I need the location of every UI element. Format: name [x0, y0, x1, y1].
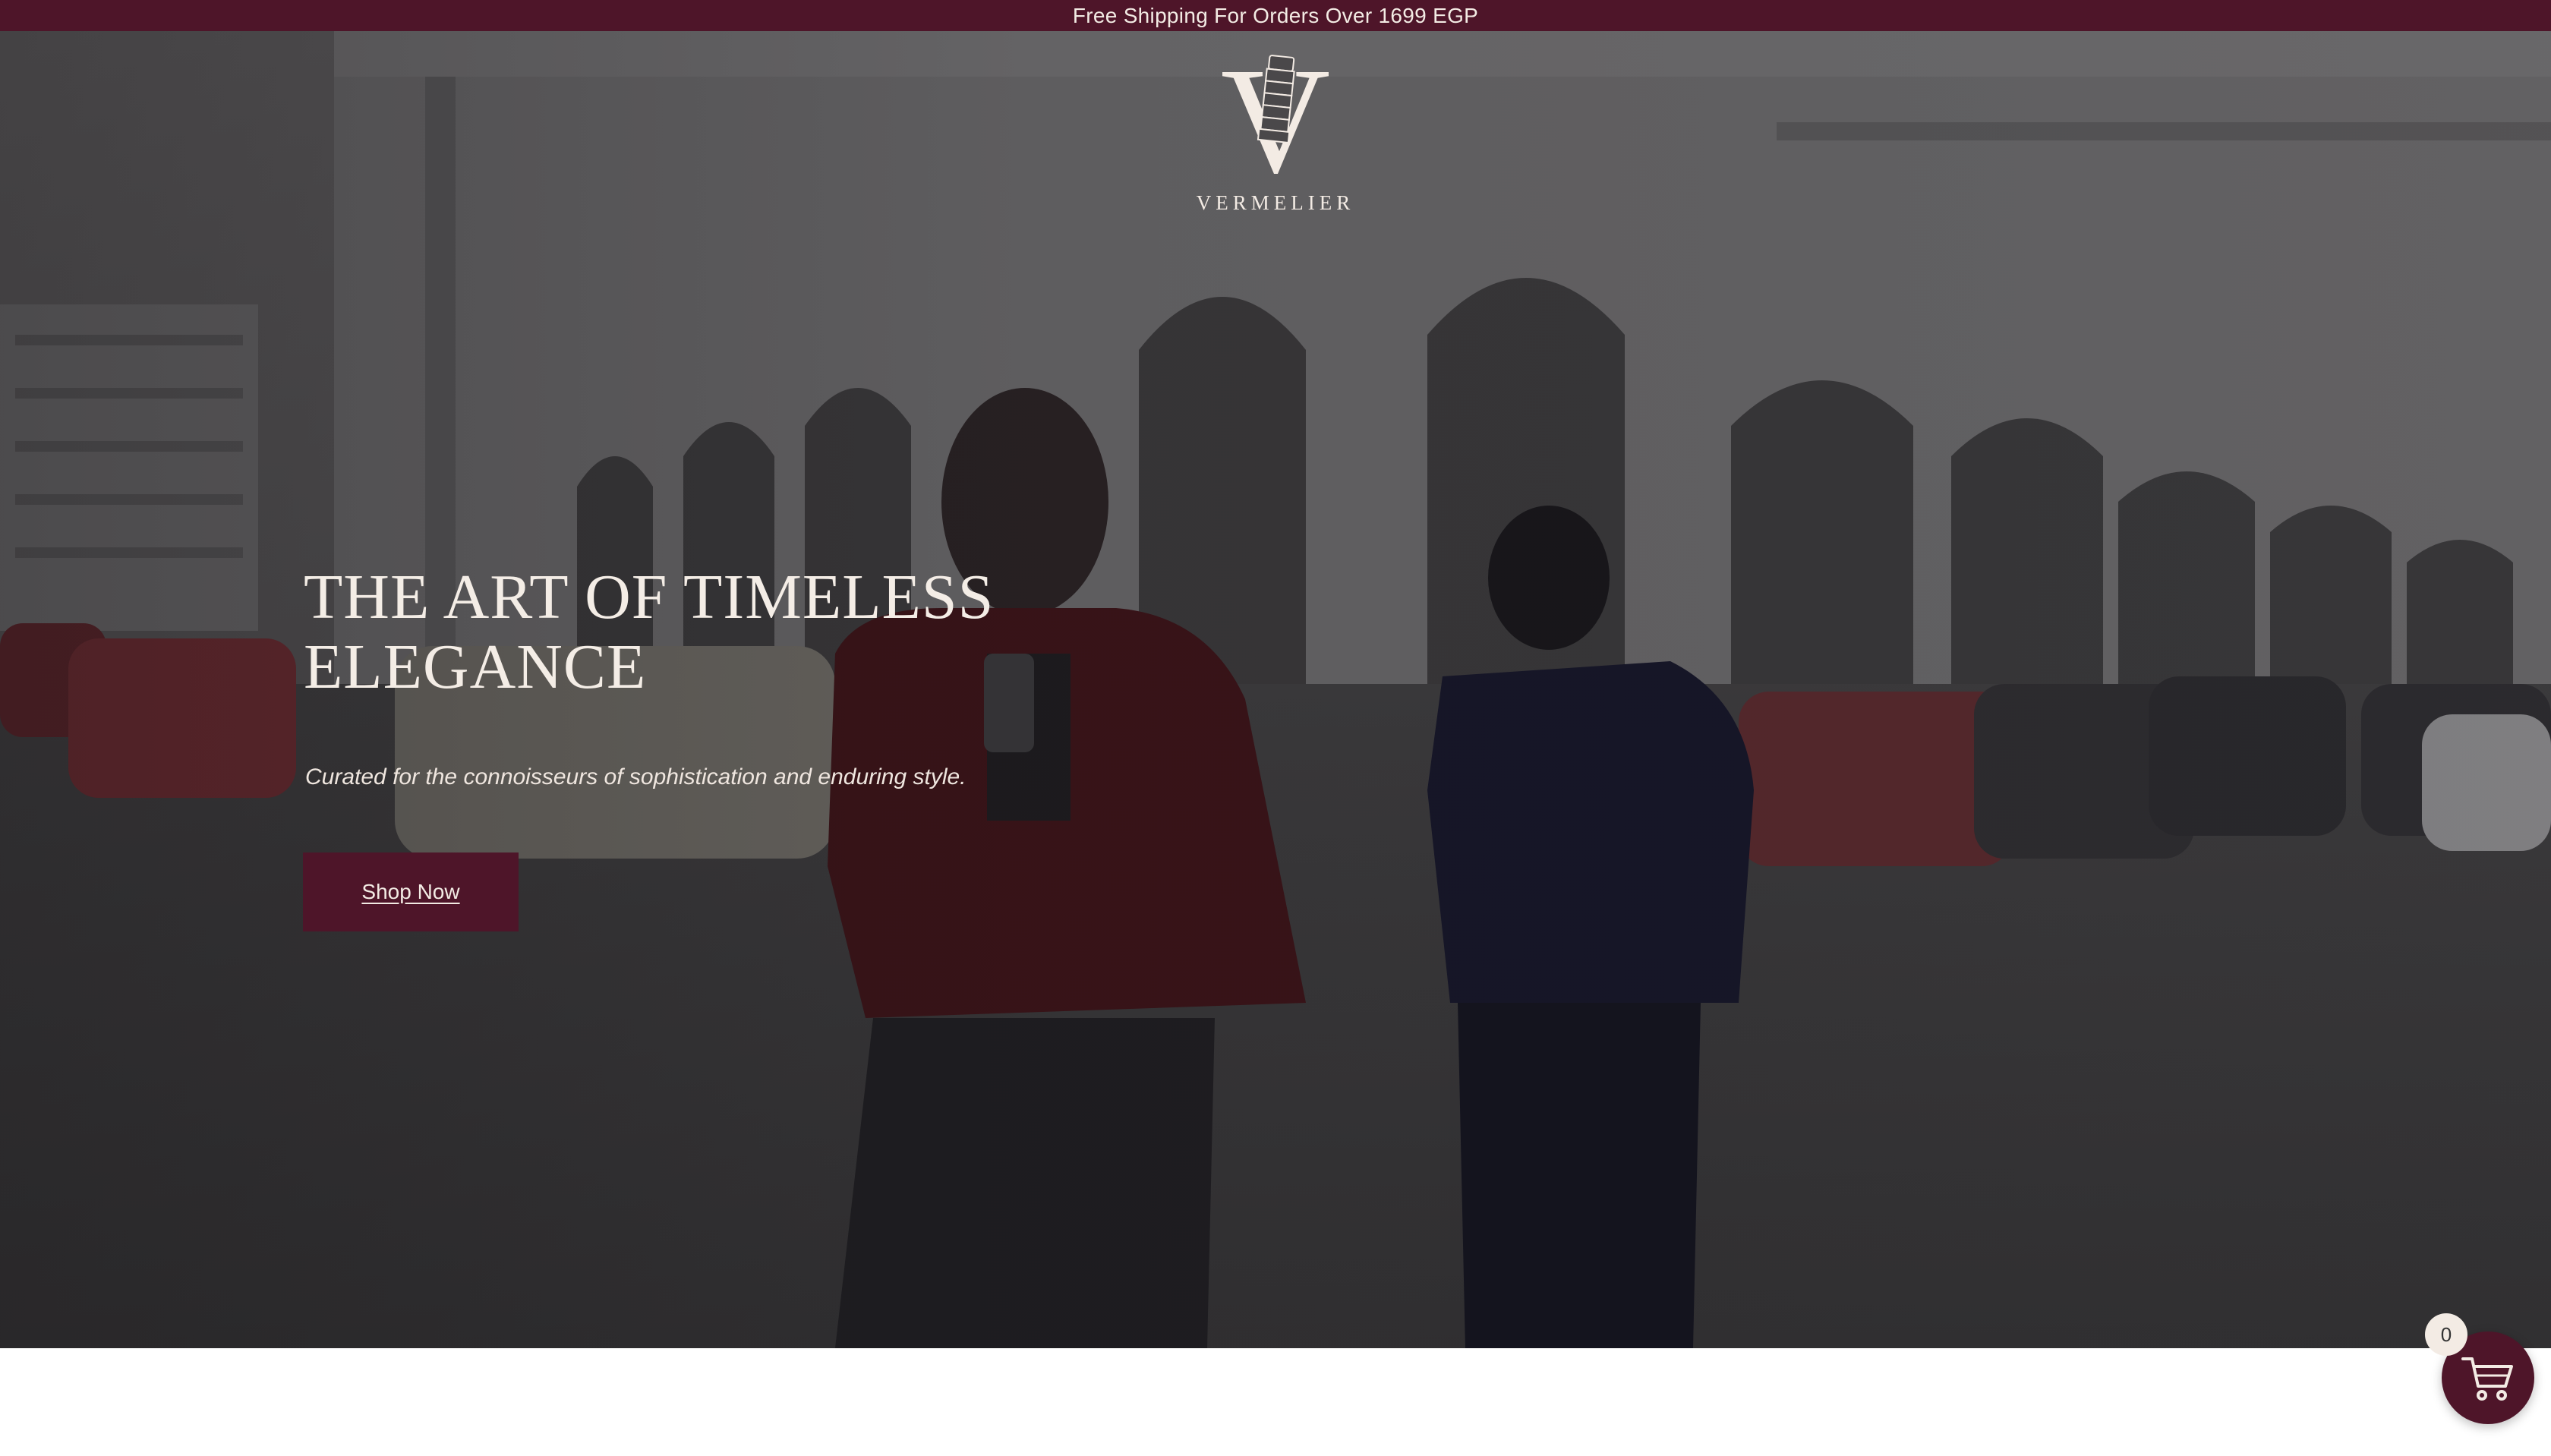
leaning-tower-icon: V — [1221, 43, 1330, 187]
announcement-text: Free Shipping For Orders Over 1699 EGP — [1072, 4, 1479, 27]
cart-icon — [2461, 1357, 2513, 1401]
hero-title: THE ART OF TIMELESS ELEGANCE — [304, 562, 995, 702]
hero-section: THE ART OF TIMELESS ELEGANCE Curated for… — [0, 31, 2551, 1348]
shop-now-button[interactable]: Shop Now — [303, 852, 519, 931]
cart-count-badge: 0 — [2425, 1313, 2467, 1356]
logo-wordmark: VERMELIER — [1196, 191, 1355, 214]
announcement-bar: Free Shipping For Orders Over 1699 EGP — [0, 0, 2551, 31]
brand-logo[interactable]: V VERMELIER — [1184, 43, 1367, 225]
page: Free Shipping For Orders Over 1699 EGP T… — [0, 0, 2551, 1456]
hero-subtitle: Curated for the connoisseurs of sophisti… — [305, 764, 966, 789]
